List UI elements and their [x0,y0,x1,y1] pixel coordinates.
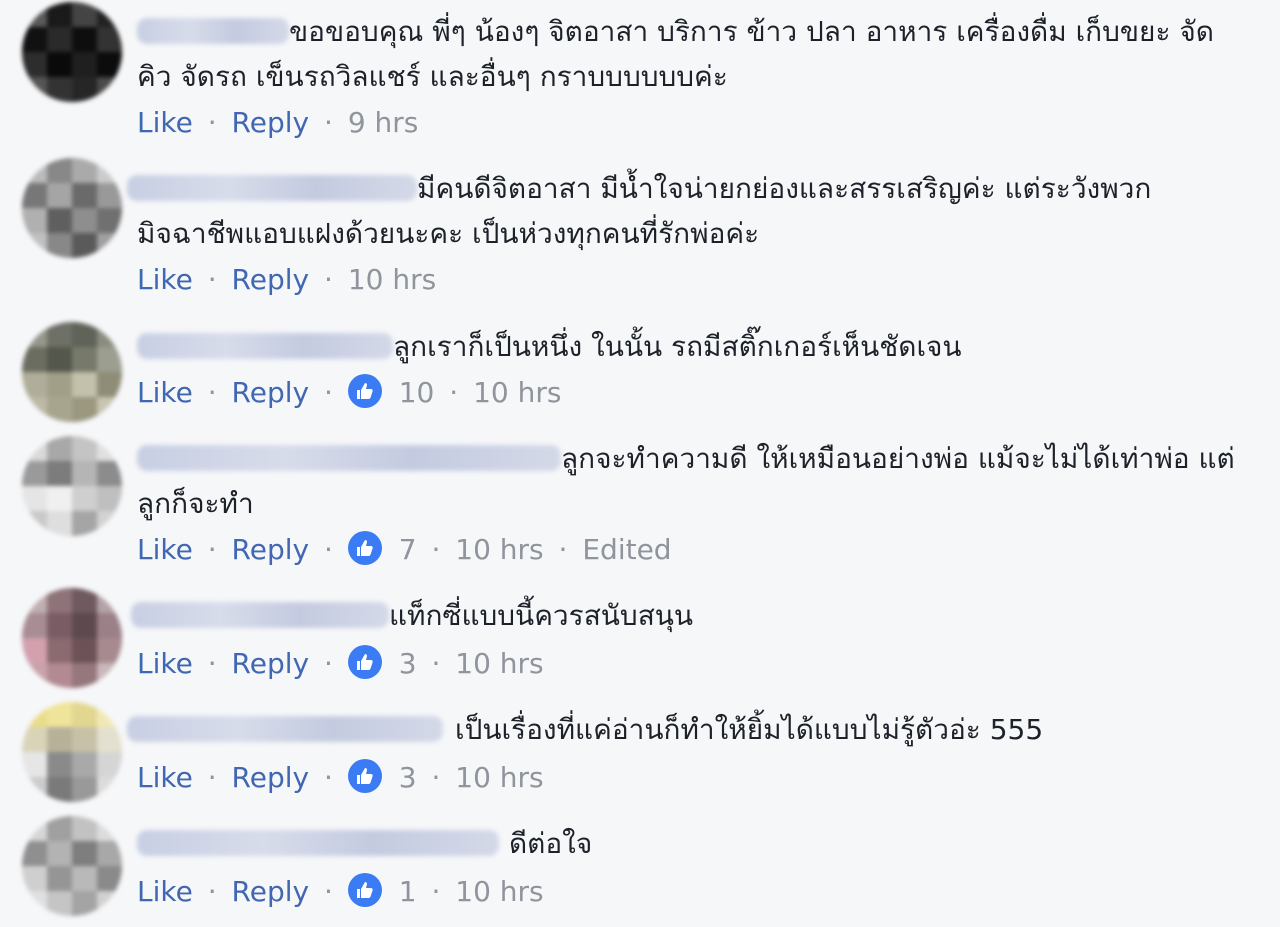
author-name[interactable] [137,333,393,359]
author-name[interactable] [137,445,561,471]
separator: · [431,533,441,566]
comment-text-block: ขอขอบคุณ พี่ๆ น้องๆ จิตอาสา บริการ ข้าว … [137,9,1237,99]
comment-actions: Like · Reply · 9 hrs [137,103,418,143]
like-link[interactable]: Like [137,106,193,139]
avatar[interactable] [22,158,122,258]
like-link[interactable]: Like [137,533,193,566]
author-name[interactable] [127,716,443,742]
comment-text-block: แท็กซี่แบบนี้ควรสนับสนุน [131,593,1237,638]
timestamp[interactable]: 9 hrs [348,106,419,139]
separator: · [207,533,217,566]
author-name[interactable] [137,830,499,856]
like-link[interactable]: Like [137,875,193,908]
comment-actions: Like · Reply · 7 · 10 hrs · Edited [137,530,672,570]
timestamp[interactable]: 10 hrs [455,875,543,908]
separator: · [207,761,217,794]
separator: · [431,647,441,680]
separator: · [324,263,333,296]
timestamp[interactable]: 10 hrs [455,761,543,794]
author-name[interactable] [131,602,389,628]
timestamp[interactable]: 10 hrs [348,263,436,296]
like-reaction-icon[interactable] [347,531,382,565]
like-count[interactable]: 3 [399,647,417,680]
timestamp[interactable]: 10 hrs [455,533,543,566]
separator: · [324,106,333,139]
timestamp[interactable]: 10 hrs [455,647,543,680]
comment-text-block: ลูกจะทำความดี ให้เหมือนอย่างพ่อ แม้จะไม่… [137,436,1237,526]
separator: · [324,533,333,566]
separator: · [207,376,217,409]
comment-text-block: มีคนดีจิตอาสา มีน้ำใจน่ายกย่องและสรรเสริ… [127,166,1237,256]
reply-link[interactable]: Reply [232,761,310,794]
avatar[interactable] [22,436,122,536]
separator: · [431,761,441,794]
comment-actions: Like · Reply · 10 · 10 hrs [137,373,561,413]
comment-actions: Like · Reply · 3 · 10 hrs [137,644,544,684]
separator: · [558,533,568,566]
separator: · [324,761,333,794]
avatar[interactable] [22,322,122,422]
like-reaction-icon[interactable] [347,645,382,679]
like-link[interactable]: Like [137,263,193,296]
separator: · [207,106,217,139]
comment-text-block: ลูกเราก็เป็นหนึ่ง ในนั้น รถมีสติ๊กเกอร์เ… [137,324,1237,369]
like-reaction-icon[interactable] [347,759,382,793]
reply-link[interactable]: Reply [232,263,310,296]
reply-link[interactable]: Reply [232,647,310,680]
comment-actions: Like · Reply · 3 · 10 hrs [137,758,544,798]
comment-actions: Like · Reply · 10 hrs [137,260,436,300]
like-link[interactable]: Like [137,761,193,794]
author-name[interactable] [137,18,289,44]
reply-link[interactable]: Reply [232,875,310,908]
comment-body: ขอขอบคุณ พี่ๆ น้องๆ จิตอาสา บริการ ข้าว … [137,15,1214,93]
separator: · [207,647,217,680]
separator: · [431,875,441,908]
avatar[interactable] [22,702,122,802]
comment-body: แท็กซี่แบบนี้ควรสนับสนุน [389,599,694,632]
comment-body: ดีต่อใจ [509,827,593,860]
edited-label[interactable]: Edited [582,533,671,566]
reply-link[interactable]: Reply [232,106,310,139]
separator: · [324,875,333,908]
author-name[interactable] [127,175,417,201]
timestamp[interactable]: 10 hrs [473,376,561,409]
like-reaction-icon[interactable] [347,873,382,907]
separator: · [324,376,333,409]
comment-text-block: เป็นเรื่องที่แค่อ่านก็ทำให้ยิ้มได้แบบไม่… [127,707,1237,752]
avatar[interactable] [22,816,122,916]
like-link[interactable]: Like [137,376,193,409]
separator: · [207,875,217,908]
comment-text-block: ดีต่อใจ [137,821,1237,866]
like-count[interactable]: 1 [399,875,417,908]
separator: · [449,376,459,409]
separator: · [324,647,333,680]
like-reaction-icon[interactable] [347,374,382,408]
comment-body: เป็นเรื่องที่แค่อ่านก็ทำให้ยิ้มได้แบบไม่… [455,713,1044,746]
comment-actions: Like · Reply · 1 · 10 hrs [137,872,544,912]
comment-body: ลูกเราก็เป็นหนึ่ง ในนั้น รถมีสติ๊กเกอร์เ… [393,330,962,363]
separator: · [207,263,217,296]
reply-link[interactable]: Reply [232,376,310,409]
like-count[interactable]: 7 [399,533,417,566]
like-link[interactable]: Like [137,647,193,680]
avatar[interactable] [22,2,122,102]
like-count[interactable]: 3 [399,761,417,794]
avatar[interactable] [22,588,122,688]
reply-link[interactable]: Reply [232,533,310,566]
like-count[interactable]: 10 [399,376,435,409]
